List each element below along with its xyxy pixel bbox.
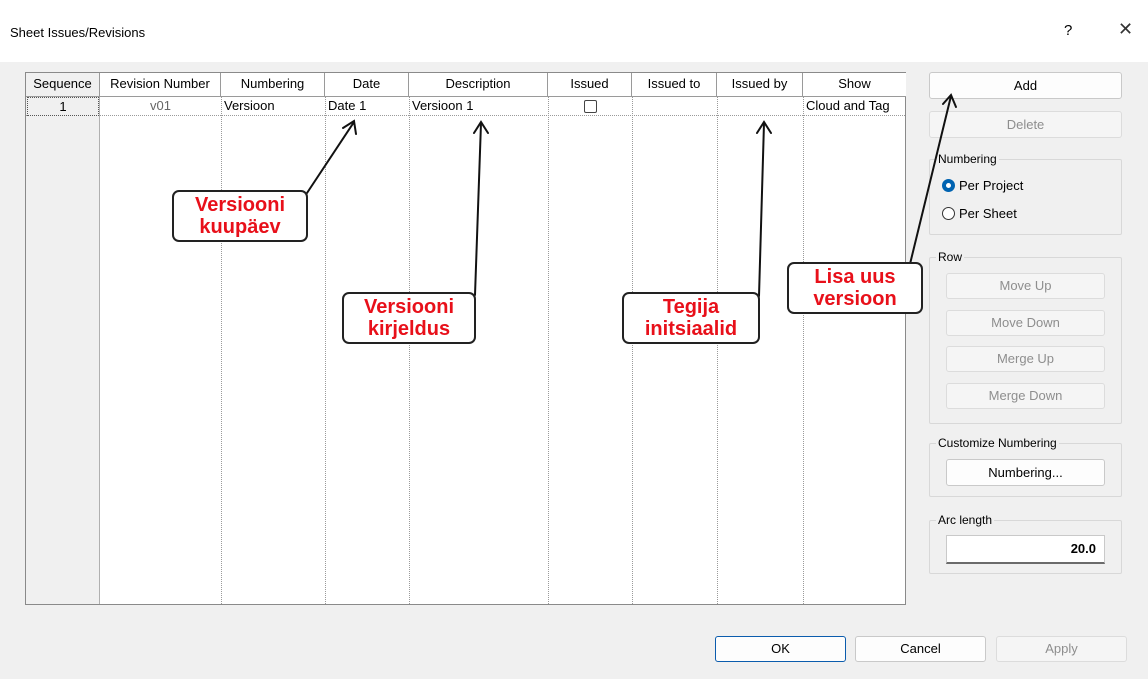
cell-issued-to[interactable] <box>632 97 717 116</box>
per-sheet-option[interactable]: Per Sheet <box>942 206 1017 221</box>
callout-add: Lisa uus versioon <box>787 262 923 314</box>
cell-issued-by[interactable] <box>717 97 803 116</box>
window-title: Sheet Issues/Revisions <box>10 25 146 40</box>
callout-add-line1: Lisa uus <box>814 266 896 288</box>
column-divider <box>803 97 804 604</box>
help-icon[interactable]: ? <box>1064 22 1072 39</box>
move-down-button[interactable]: Move Down <box>946 310 1105 336</box>
delete-button[interactable]: Delete <box>929 111 1122 138</box>
per-project-option[interactable]: Per Project <box>942 178 1023 193</box>
radio-unselected-icon[interactable] <box>942 207 955 220</box>
arc-length-label: Arc length <box>936 513 995 527</box>
header-issued[interactable]: Issued <box>548 73 632 97</box>
numbering-group <box>929 159 1122 235</box>
cell-show[interactable]: Cloud and Tag <box>803 97 906 116</box>
per-sheet-label: Per Sheet <box>959 206 1017 221</box>
merge-up-button[interactable]: Merge Up <box>946 346 1105 372</box>
ok-button[interactable]: OK <box>715 636 846 662</box>
cancel-button[interactable]: Cancel <box>855 636 986 662</box>
sequence-column-bg <box>26 73 100 604</box>
callout-desc-line2: kirjeldus <box>367 318 451 340</box>
radio-selected-icon[interactable] <box>942 179 955 192</box>
header-revision-number[interactable]: Revision Number <box>100 73 221 97</box>
callout-issued-by: Tegija initsiaalid <box>622 292 760 344</box>
column-divider <box>632 97 633 604</box>
header-numbering[interactable]: Numbering <box>221 73 325 97</box>
callout-by-line2: initsiaalid <box>644 318 738 340</box>
numbering-group-label: Numbering <box>936 152 999 166</box>
header-sequence[interactable]: Sequence <box>26 73 100 97</box>
move-up-button[interactable]: Move Up <box>946 273 1105 299</box>
column-divider <box>717 97 718 604</box>
close-icon[interactable]: ✕ <box>1118 19 1133 40</box>
callout-by-line1: Tegija <box>662 296 720 318</box>
apply-button[interactable]: Apply <box>996 636 1127 662</box>
callout-date-line2: kuupäev <box>199 216 281 238</box>
header-issued-by[interactable]: Issued by <box>717 73 803 97</box>
column-divider <box>409 97 410 604</box>
column-divider <box>548 97 549 604</box>
customize-numbering-label: Customize Numbering <box>936 436 1059 450</box>
callout-add-line2: versioon <box>813 288 897 310</box>
numbering-button[interactable]: Numbering... <box>946 459 1105 486</box>
cell-numbering[interactable]: Versioon <box>221 97 325 116</box>
header-issued-to[interactable]: Issued to <box>632 73 717 97</box>
cell-date[interactable]: Date 1 <box>325 97 409 116</box>
callout-date: Versiooni kuupäev <box>172 190 308 242</box>
per-project-label: Per Project <box>959 178 1024 193</box>
header-date[interactable]: Date <box>325 73 409 97</box>
title-bar: Sheet Issues/Revisions ? ✕ <box>0 0 1148 62</box>
issued-checkbox[interactable] <box>583 100 597 113</box>
cell-description[interactable]: Versioon 1 <box>409 97 548 116</box>
callout-date-line1: Versiooni <box>194 194 286 216</box>
table-row[interactable]: 1 v01 Versioon Date 1 Versioon 1 Cloud a… <box>26 97 905 116</box>
row-group-label: Row <box>936 250 965 264</box>
cell-revision-number[interactable]: v01 <box>100 97 221 116</box>
column-divider <box>221 97 222 604</box>
table-header: Sequence Revision Number Numbering Date … <box>26 73 906 97</box>
column-divider <box>325 97 326 604</box>
callout-desc-line1: Versiooni <box>363 296 455 318</box>
callout-description: Versiooni kirjeldus <box>342 292 476 344</box>
add-button[interactable]: Add <box>929 72 1122 99</box>
cell-sequence[interactable]: 1 <box>27 97 99 116</box>
arc-length-input[interactable]: 20.0 <box>946 535 1105 564</box>
header-show[interactable]: Show <box>803 73 906 97</box>
merge-down-button[interactable]: Merge Down <box>946 383 1105 409</box>
cell-issued[interactable] <box>548 97 632 116</box>
header-description[interactable]: Description <box>409 73 548 97</box>
